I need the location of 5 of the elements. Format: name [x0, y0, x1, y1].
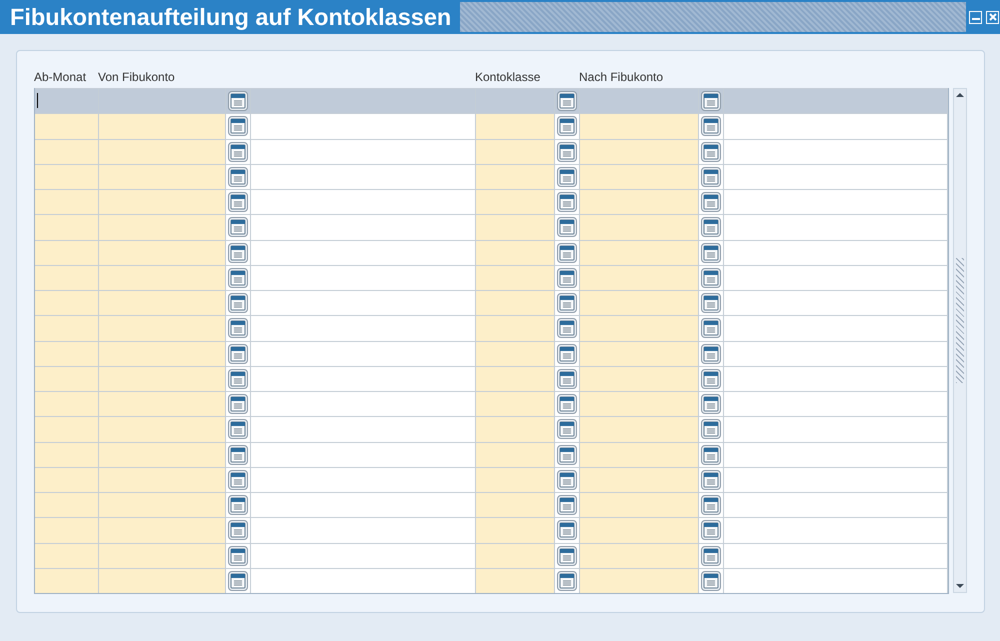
column-header: Von Fibukonto	[98, 70, 176, 86]
column-header: Nach Fibukonto	[579, 70, 664, 86]
column-header: Ab-Monat	[34, 70, 88, 86]
window-title: Fibukontenaufteilung auf Kontoklassen	[9, 4, 452, 30]
column-header: Kontoklasse	[475, 70, 542, 86]
